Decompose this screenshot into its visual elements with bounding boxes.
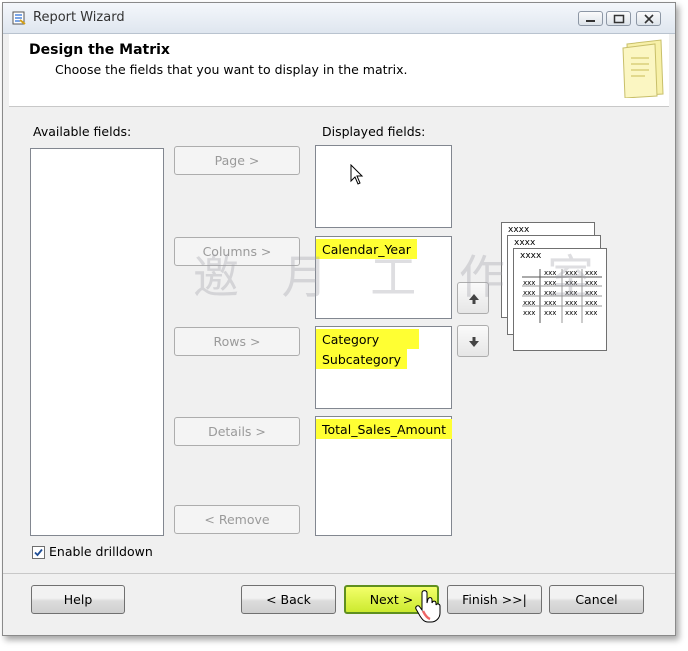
report-wizard-app-icon <box>12 11 26 25</box>
preview-cell: xxx <box>523 279 536 287</box>
hand-pointer-icon <box>415 590 441 623</box>
rows-button[interactable]: Rows > <box>174 327 300 356</box>
preview-cell: xxx <box>585 289 598 297</box>
preview-cell: xxx <box>544 299 557 307</box>
page-button[interactable]: Page > <box>174 146 300 175</box>
preview-cell: xxx <box>523 309 536 317</box>
help-button[interactable]: Help <box>31 585 125 614</box>
row-groups-list[interactable]: Category Subcategory <box>315 326 452 409</box>
move-down-button[interactable] <box>457 325 489 357</box>
preview-cell: xxx <box>523 299 536 307</box>
remove-button[interactable]: < Remove <box>174 505 300 534</box>
preview-cell: xxx <box>565 289 578 297</box>
available-fields-list[interactable] <box>30 148 164 536</box>
displayed-fields-label: Displayed fields: <box>322 124 426 139</box>
window-title: Report Wizard <box>33 10 125 25</box>
enable-drilldown-checkbox[interactable] <box>32 546 45 559</box>
preview-header-text: xxxx <box>514 238 536 248</box>
arrow-up-icon <box>469 294 479 304</box>
list-item[interactable]: Subcategory <box>316 349 451 369</box>
preview-cell: xxx <box>585 269 598 277</box>
preview-cell: xxx <box>585 299 598 307</box>
columns-button[interactable]: Columns > <box>174 237 300 266</box>
preview-card-front: xxxx xxx xxx xxx xxx xxx xxx xxx xxx xxx… <box>513 248 607 351</box>
row-field-subcategory[interactable]: Subcategory <box>316 349 408 369</box>
details-list[interactable]: Total_Sales_Amount <box>315 416 453 536</box>
cancel-button[interactable]: Cancel <box>549 585 644 614</box>
close-icon <box>644 14 654 24</box>
preview-cell: xxx <box>565 269 578 277</box>
list-item[interactable]: Calendar_Year <box>316 239 451 259</box>
preview-cell: xxx <box>544 279 557 287</box>
report-wizard-window: Report Wizard Design the Matrix Choose t… <box>2 2 676 636</box>
finish-button[interactable]: Finish >>| <box>447 585 542 614</box>
minimize-icon <box>586 20 595 22</box>
arrow-down-icon <box>469 337 479 347</box>
preview-cell: xxx <box>544 309 557 317</box>
preview-cell: xxx <box>523 289 536 297</box>
enable-drilldown-label[interactable]: Enable drilldown <box>49 544 153 559</box>
title-bar: Report Wizard <box>3 3 675 34</box>
preview-cell: xxx <box>565 309 578 317</box>
list-item[interactable]: Category <box>316 329 451 349</box>
preview-cell: xxx <box>544 269 557 277</box>
preview-cell: xxx <box>585 309 598 317</box>
column-groups-list[interactable]: Calendar_Year <box>315 236 452 319</box>
mouse-cursor-icon <box>350 164 364 185</box>
preview-header-text: xxxx <box>508 225 530 235</box>
available-fields-label: Available fields: <box>33 124 132 139</box>
page-fields-list[interactable] <box>315 145 452 228</box>
maximize-icon <box>613 14 625 24</box>
minimize-button[interactable] <box>578 11 603 26</box>
report-page-icon <box>622 39 664 98</box>
back-button[interactable]: < Back <box>241 585 336 614</box>
preview-cell: xxx <box>544 289 557 297</box>
preview-cell: xxx <box>565 299 578 307</box>
details-field-total-sales-amount[interactable]: Total_Sales_Amount <box>316 419 453 439</box>
preview-cell: xxx <box>585 279 598 287</box>
close-button[interactable] <box>636 11 661 26</box>
column-field-calendar-year[interactable]: Calendar_Year <box>316 239 417 259</box>
wizard-header: Design the Matrix Choose the fields that… <box>9 34 669 107</box>
page-subtitle: Choose the fields that you want to displ… <box>55 62 408 77</box>
row-field-category[interactable]: Category <box>316 329 420 349</box>
list-item[interactable]: Total_Sales_Amount <box>316 419 453 439</box>
preview-cell: xxx <box>565 279 578 287</box>
checkmark-icon <box>34 548 43 557</box>
move-up-button[interactable] <box>457 282 489 314</box>
maximize-button[interactable] <box>606 11 631 26</box>
details-button[interactable]: Details > <box>174 417 300 446</box>
page-title: Design the Matrix <box>29 42 170 58</box>
footer-divider <box>3 573 675 574</box>
